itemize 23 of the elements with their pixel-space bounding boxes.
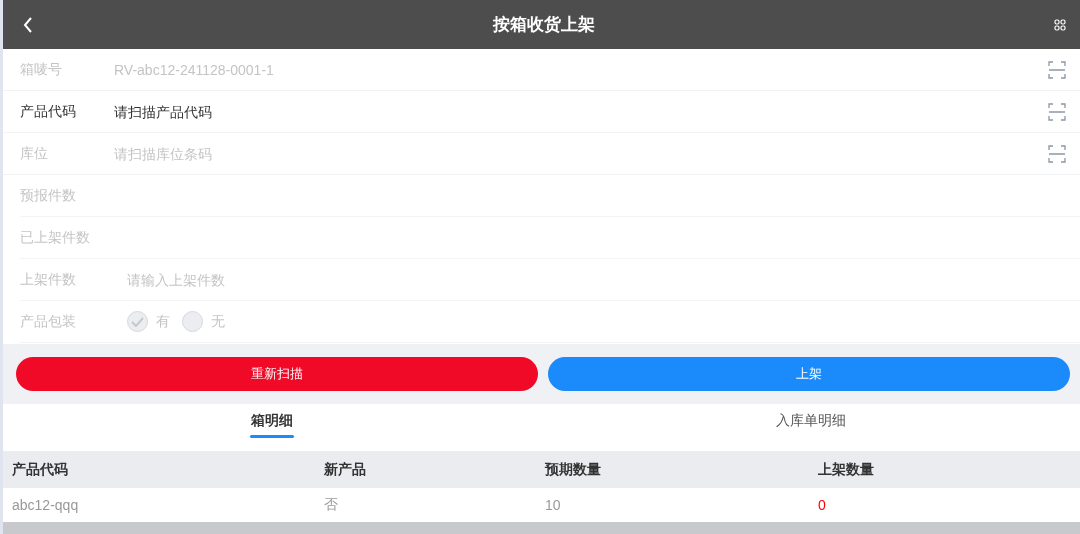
rescan-button[interactable]: 重新扫描 <box>16 357 538 391</box>
check-icon <box>131 316 144 327</box>
field-label: 预报件数 <box>20 186 77 205</box>
column-header: 预期数量 <box>545 460 602 479</box>
table-cell-text: 否 <box>324 496 339 514</box>
column-header: 新产品 <box>324 460 367 479</box>
scan-icon[interactable] <box>1048 102 1066 121</box>
back-icon[interactable] <box>23 16 33 33</box>
table-cell-text: 0 <box>818 497 827 513</box>
field-label: 产品代码 <box>20 102 77 121</box>
radio-label: 有 <box>156 312 170 331</box>
grid-icon[interactable] <box>1054 18 1066 31</box>
field-label: 箱唛号 <box>20 60 63 79</box>
table-cell-text: abc12-qqq <box>12 497 80 513</box>
field-label: 库位 <box>20 144 49 163</box>
shelve-button[interactable]: 上架 <box>548 357 1070 391</box>
page-title: 按箱收货上架 <box>492 14 595 36</box>
radio-label: 无 <box>211 312 225 331</box>
input-field[interactable]: 请扫描产品代码 <box>114 103 1048 120</box>
column-header: 上架数量 <box>818 460 875 479</box>
column-header: 产品代码 <box>12 460 69 479</box>
field-label: 产品包装 <box>20 312 77 331</box>
table-cell-text: 10 <box>545 497 562 513</box>
